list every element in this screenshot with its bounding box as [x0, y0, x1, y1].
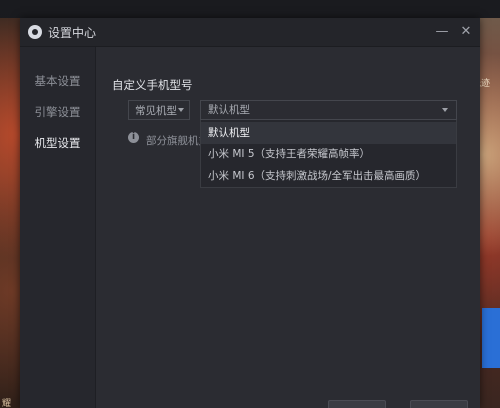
common-model-select-value: 常见机型	[135, 105, 177, 117]
settings-window: 设置中心 — ✕ 基本设置 引擎设置 机型设置 自定义手机型号 常见机型 默认机…	[20, 18, 480, 408]
dropdown-option-default[interactable]: 默认机型	[201, 122, 456, 144]
dropdown-option-mi6[interactable]: 小米 MI 6（支持刺激战场/全军出击最高画质）	[201, 165, 456, 187]
dropdown-option-mi5[interactable]: 小米 MI 5（支持王者荣耀高帧率）	[201, 143, 456, 165]
side-blue-panel	[482, 308, 500, 368]
desktop-background: 耀 光迹 设置中心 — ✕ 基本设置 引擎设置 机型设置 自定义手机型号 常见机…	[0, 0, 500, 408]
sidebar-item-model[interactable]: 机型设置	[20, 129, 95, 157]
phone-model-select-value: 默认机型	[208, 104, 250, 116]
settings-content: 自定义手机型号 常见机型 默认机型 i 部分旗舰机支 默认机型 小米 MI 5（…	[96, 47, 480, 408]
game-art-left-caption: 耀	[2, 399, 12, 408]
close-icon[interactable]: ✕	[456, 22, 476, 42]
window-title: 设置中心	[48, 26, 97, 40]
info-icon: i	[128, 132, 139, 143]
phone-model-dropdown: 默认机型 小米 MI 5（支持王者荣耀高帧率） 小米 MI 6（支持刺激战场/全…	[200, 120, 457, 188]
common-model-select[interactable]: 常见机型	[128, 100, 190, 120]
minimize-icon[interactable]: —	[432, 22, 452, 42]
app-logo-icon	[28, 25, 42, 39]
cancel-button[interactable]	[410, 400, 468, 408]
title-bar: 设置中心 — ✕	[20, 18, 480, 47]
settings-sidebar: 基本设置 引擎设置 机型设置	[20, 47, 96, 408]
phone-model-select[interactable]: 默认机型	[200, 100, 457, 120]
chevron-down-icon	[442, 108, 448, 112]
sidebar-item-basic[interactable]: 基本设置	[20, 67, 95, 95]
sidebar-item-engine[interactable]: 引擎设置	[20, 98, 95, 126]
chevron-down-icon	[178, 108, 184, 112]
section-title: 自定义手机型号	[112, 78, 193, 92]
confirm-button[interactable]	[328, 400, 386, 408]
